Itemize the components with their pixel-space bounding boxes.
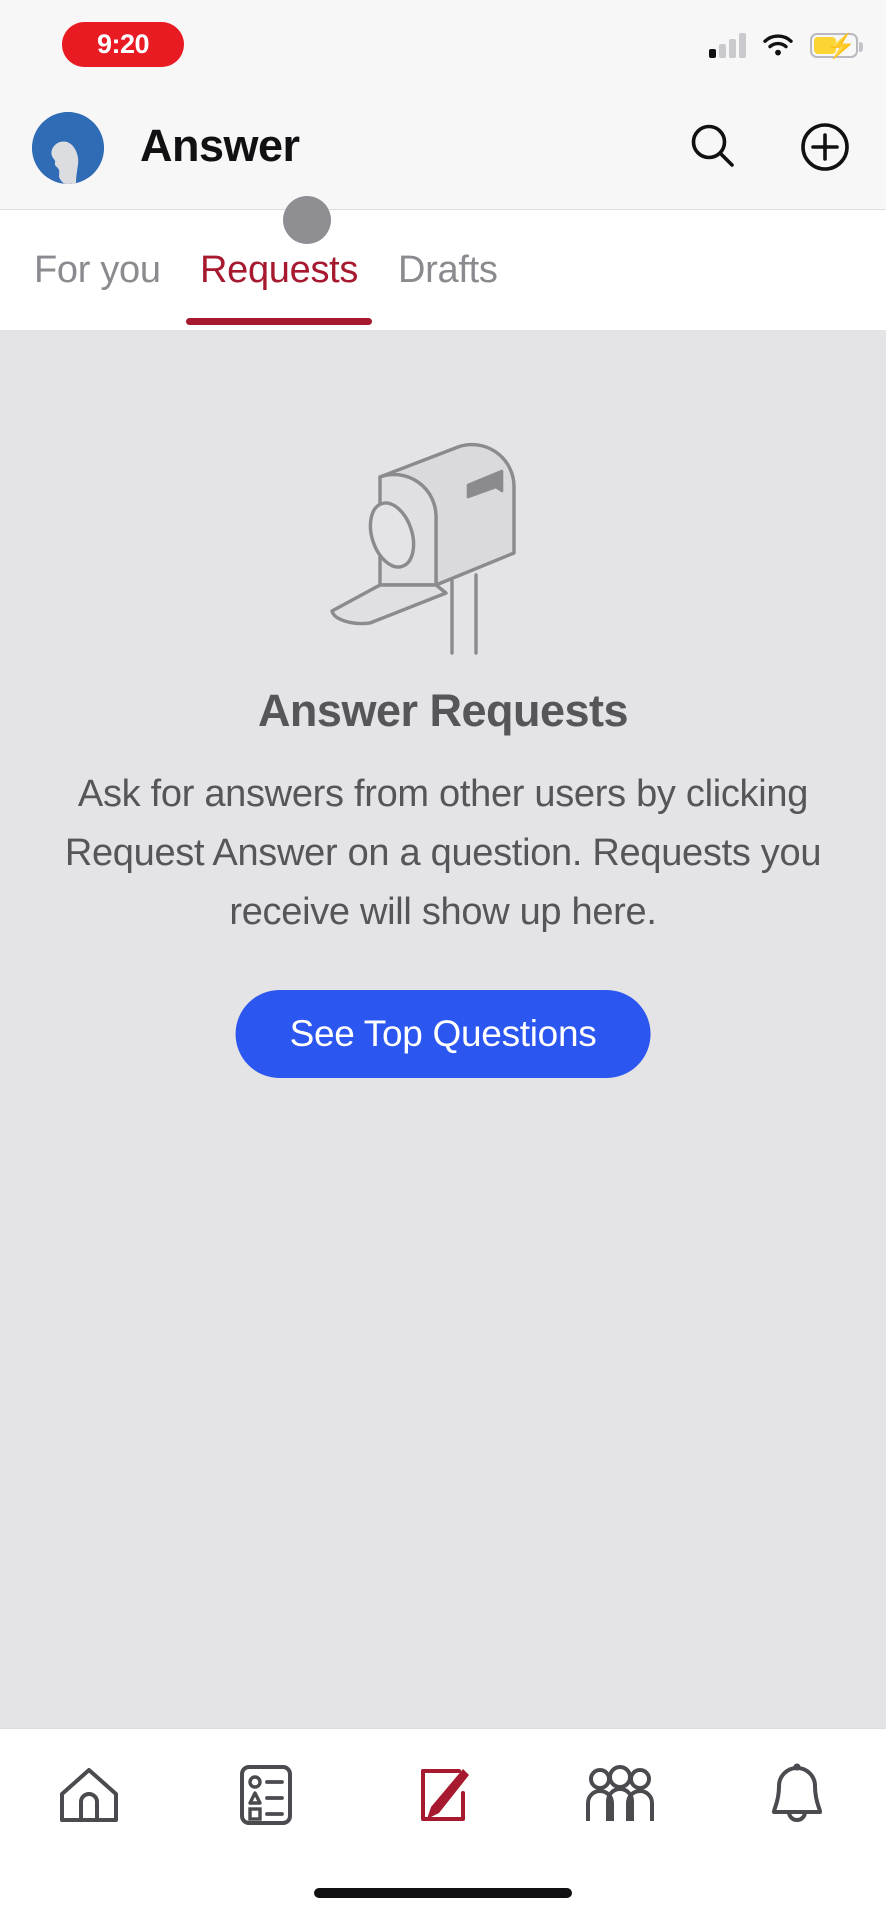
tab-bar: For you Requests Drafts bbox=[0, 210, 886, 330]
nav-home[interactable] bbox=[0, 1747, 177, 1847]
search-icon[interactable] bbox=[682, 116, 744, 178]
empty-state-title: Answer Requests bbox=[257, 685, 629, 736]
requests-empty-state: Answer Requests Ask for answers from oth… bbox=[0, 330, 886, 1728]
nav-spaces[interactable] bbox=[532, 1747, 709, 1847]
answer-avatar-logo[interactable] bbox=[32, 112, 104, 184]
status-bar: 9:20 ⚡ bbox=[0, 0, 886, 88]
tab-requests[interactable]: Requests bbox=[200, 210, 358, 330]
phone-screen: 9:20 ⚡ Answer For you Requests Drafts An… bbox=[0, 0, 886, 1920]
cellular-signal-icon bbox=[709, 32, 746, 58]
spaces-people-icon bbox=[583, 1763, 657, 1832]
mailbox-illustration bbox=[318, 425, 578, 655]
empty-state-body: Ask for answers from other users by clic… bbox=[64, 773, 822, 933]
plus-circle-icon[interactable] bbox=[794, 116, 856, 178]
header-actions bbox=[682, 116, 856, 178]
nav-write[interactable] bbox=[354, 1747, 531, 1847]
write-pencil-icon bbox=[411, 1763, 475, 1832]
notifications-bell-icon bbox=[767, 1762, 827, 1833]
page-title: Answer bbox=[140, 120, 300, 171]
bottom-navigation-bar bbox=[0, 1728, 886, 1920]
status-bar-time: 9:20 bbox=[96, 29, 150, 59]
home-indicator-bar bbox=[314, 1888, 572, 1898]
nav-answer[interactable] bbox=[177, 1747, 354, 1847]
tab-drafts[interactable]: Drafts bbox=[398, 210, 498, 330]
tab-label: Drafts bbox=[398, 248, 498, 291]
app-header: Answer bbox=[0, 88, 886, 210]
nav-notifications[interactable] bbox=[709, 1747, 886, 1847]
wifi-icon bbox=[762, 33, 794, 57]
bottom-nav-items bbox=[0, 1747, 886, 1847]
status-bar-indicators: ⚡ bbox=[709, 22, 863, 68]
tab-label: Requests bbox=[200, 248, 359, 291]
answer-list-icon bbox=[237, 1762, 295, 1833]
see-top-questions-button[interactable]: See Top Questions bbox=[235, 990, 651, 1078]
touch-pointer-dot bbox=[283, 196, 331, 244]
tab-for-you[interactable]: For you bbox=[34, 210, 161, 330]
tab-label: For you bbox=[34, 248, 161, 291]
home-icon bbox=[56, 1764, 122, 1831]
active-tab-underline bbox=[186, 318, 372, 325]
battery-charging-icon: ⚡ bbox=[810, 32, 863, 60]
recording-time-pill[interactable]: 9:20 bbox=[62, 22, 184, 67]
